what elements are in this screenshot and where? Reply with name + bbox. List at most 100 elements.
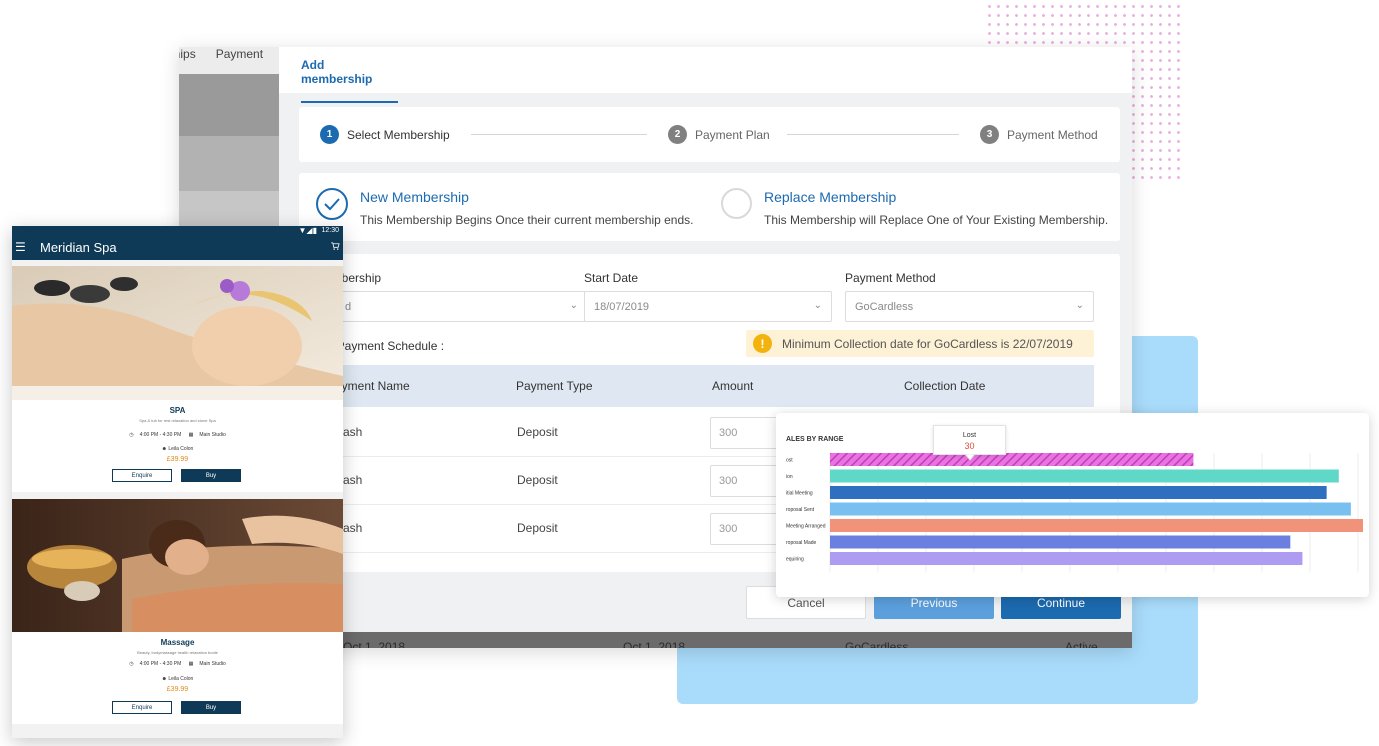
- replace-membership-title[interactable]: Replace Membership: [764, 189, 896, 205]
- chart-bar: [830, 469, 1339, 483]
- service-description: Spa & tub for rest relaxation and stone …: [139, 418, 216, 423]
- membership-select[interactable]: d ⌄: [335, 291, 588, 322]
- payment-method-label: Payment Method: [845, 271, 936, 285]
- start-date-select[interactable]: 18/07/2019 ⌄: [584, 291, 832, 322]
- mobile-app-screen: ▼◢▮ 12:30 ☰ Meridian Spa SPA Spa & tub f…: [12, 226, 343, 738]
- payment-type: Deposit: [517, 473, 558, 487]
- chart-category-label: ion: [786, 474, 793, 480]
- step-payment-method[interactable]: 3 Payment Method: [980, 125, 1098, 144]
- payment-method-select[interactable]: GoCardless ⌄: [845, 291, 1094, 322]
- chart-bar: [830, 486, 1327, 499]
- buy-button[interactable]: Buy: [181, 469, 241, 482]
- sales-by-range-chart-card: ALES BY RANGE ost ion itial Meeting roposal…: [776, 413, 1369, 597]
- chart-tooltip: Lost 30: [933, 425, 1006, 460]
- person-icon: ☻: [161, 676, 167, 682]
- start-date-label: Start Date: [584, 271, 639, 285]
- header-payment-type: Payment Type: [516, 379, 593, 393]
- payment-name: ash: [343, 425, 363, 439]
- payment-type: Deposit: [517, 425, 558, 439]
- step-connector: [787, 134, 959, 135]
- replace-membership-radio[interactable]: [721, 188, 752, 219]
- step-select-membership[interactable]: 1 Select Membership: [320, 125, 450, 144]
- tab-add-membership[interactable]: Add membership: [301, 58, 398, 103]
- stepper: 1 Select Membership 2 Payment Plan 3 Pay…: [299, 107, 1120, 162]
- payment-name: ash: [343, 473, 363, 487]
- tooltip-pointer: [965, 454, 975, 460]
- new-membership-title[interactable]: New Membership: [360, 189, 469, 205]
- step-number: 2: [668, 125, 687, 144]
- membership-type-card: New Membership This Membership Begins On…: [299, 173, 1120, 241]
- spa-photo: [12, 266, 343, 400]
- payment-name: ash: [343, 521, 363, 535]
- chevron-down-icon: ⌄: [1075, 300, 1084, 311]
- chevron-down-icon: ⌄: [813, 300, 822, 311]
- service-meta: ◷ 4:00 PM - 4:30 PM ▦ Main Studio: [12, 661, 343, 667]
- row-start-date: Oct 1, 2018: [343, 640, 406, 648]
- service-price: £39.99: [166, 456, 189, 463]
- step-connector: [471, 134, 647, 135]
- row-method: GoCardless: [845, 640, 909, 648]
- start-date-value: 18/07/2019: [594, 301, 650, 313]
- chart-category-label: equiring: [786, 557, 804, 563]
- clock-icon: ◷: [129, 432, 134, 438]
- header-collection-date: Collection Date: [904, 379, 986, 393]
- cart-icon[interactable]: [331, 242, 340, 250]
- step-label: Payment Plan: [695, 127, 770, 142]
- chart-bar: [830, 519, 1363, 532]
- service-staff: ☻ Leila Colon: [12, 446, 343, 452]
- chart-category-label: ost: [786, 458, 793, 464]
- step-label: Select Membership: [347, 127, 450, 142]
- menu-icon[interactable]: ☰: [15, 240, 26, 254]
- new-membership-desc: This Membership Begins Once their curren…: [360, 213, 694, 227]
- service-room: Main Studio: [199, 661, 226, 667]
- calendar-icon: ▦: [188, 661, 194, 667]
- service-time: 4:00 PM - 4:30 PM: [139, 432, 182, 438]
- service-staff: ☻ Leila Colon: [12, 676, 343, 682]
- chart-bar: [830, 502, 1351, 516]
- buy-button[interactable]: Buy: [181, 701, 241, 714]
- staff-name: Leila Colon: [168, 676, 194, 682]
- status-time: 12:30: [321, 227, 339, 234]
- chevron-down-icon: ⌄: [569, 300, 578, 311]
- payment-type: Deposit: [517, 521, 558, 535]
- modal-tab-bar: Add membership: [279, 47, 1132, 103]
- massage-photo: [12, 499, 343, 632]
- step-number: 1: [320, 125, 339, 144]
- chart-bar: [830, 552, 1303, 565]
- chart-bar: [830, 535, 1291, 549]
- new-membership-radio[interactable]: [316, 188, 348, 220]
- chart-category-label: roposal Made: [786, 540, 817, 546]
- warning-text: Minimum Collection date for GoCardless i…: [782, 336, 1073, 351]
- service-description: Beauty, bodymassage health relaxation bo…: [137, 650, 218, 655]
- chart-bar: [830, 453, 1194, 466]
- check-icon: [324, 198, 340, 211]
- schedule-table-header: ayment Name Payment Type Amount Collecti…: [299, 365, 1094, 407]
- service-meta: ◷ 4:00 PM - 4:30 PM ▦ Main Studio: [12, 432, 343, 438]
- sales-by-range-chart: ost ion itial Meeting roposal Sent Meeting A…: [786, 453, 1363, 573]
- service-card-spa: SPA Spa & tub for rest relaxation and st…: [12, 266, 343, 492]
- step-label: Payment Method: [1007, 127, 1098, 142]
- collection-date-warning: ! Minimum Collection date for GoCardless…: [746, 330, 1094, 357]
- tab-memberships[interactable]: nships: [179, 47, 196, 61]
- payment-method-value: GoCardless: [855, 301, 914, 313]
- row-status: Active: [1065, 640, 1098, 648]
- calendar-icon: ▦: [188, 432, 194, 438]
- row-end-date: Oct 1, 2018: [623, 640, 686, 648]
- header-amount: Amount: [712, 379, 754, 393]
- enquire-button[interactable]: Enquire: [112, 701, 172, 714]
- step-payment-plan[interactable]: 2 Payment Plan: [668, 125, 770, 144]
- service-name: Massage: [160, 638, 195, 647]
- app-title: Meridian Spa: [40, 240, 117, 255]
- header-payment-name: ayment Name: [335, 379, 410, 393]
- service-time: 4:00 PM - 4:30 PM: [139, 661, 182, 667]
- chart-category-label: roposal Sent: [786, 507, 815, 513]
- service-card-massage: Massage Beauty, bodymassage health relax…: [12, 499, 343, 724]
- tab-payments[interactable]: Payment: [216, 47, 263, 61]
- step-number: 3: [980, 125, 999, 144]
- tooltip-label: Lost: [962, 432, 977, 439]
- membership-value: d: [345, 301, 352, 313]
- service-price: £39.99: [166, 686, 189, 693]
- replace-membership-desc: This Membership will Replace One of Your…: [764, 213, 1109, 227]
- tooltip-value: 30: [964, 441, 975, 451]
- enquire-button[interactable]: Enquire: [112, 469, 172, 482]
